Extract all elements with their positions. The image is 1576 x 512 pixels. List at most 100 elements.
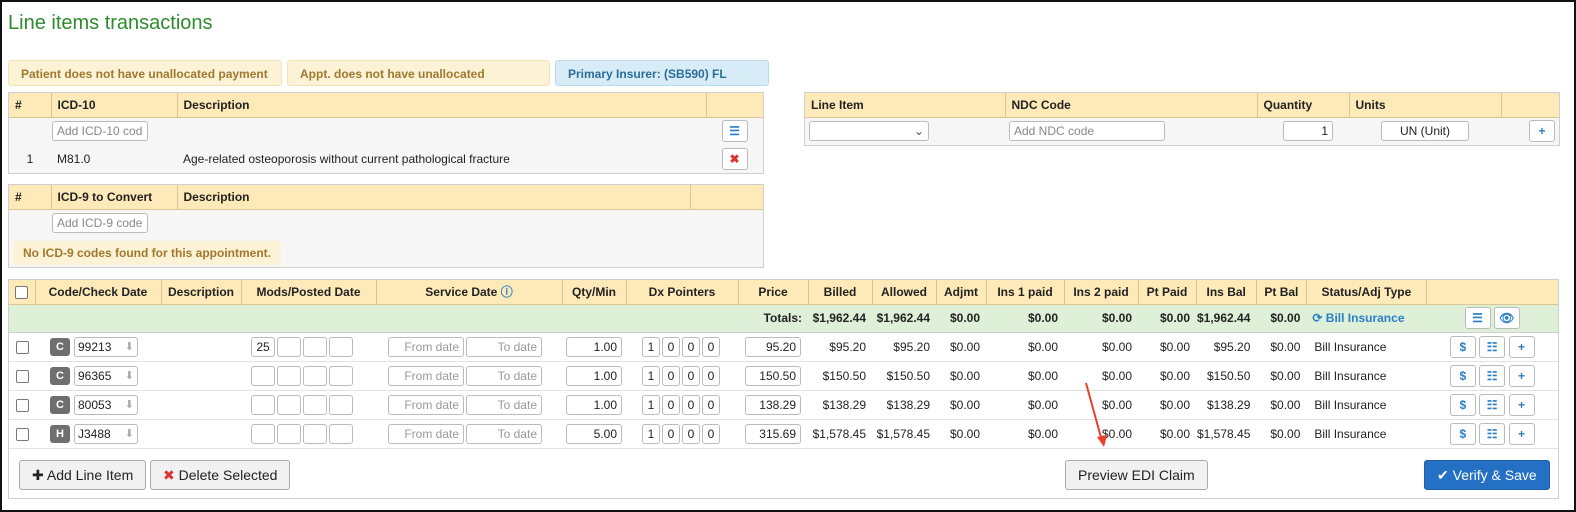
add-row-button[interactable]: + <box>1508 335 1535 358</box>
code-type-badge: H <box>50 424 70 443</box>
row-checkbox[interactable] <box>15 398 29 412</box>
ndc-code-input[interactable] <box>1009 121 1165 142</box>
to-date-input[interactable]: To date <box>466 336 542 357</box>
status-cell: Bill Insurance <box>1306 390 1427 420</box>
to-date-input[interactable]: To date <box>466 365 542 386</box>
total-status-link[interactable]: Bill Insurance <box>1326 311 1405 325</box>
preview-eye-button[interactable]: 👁 <box>1493 307 1520 329</box>
payment-button[interactable]: $ <box>1449 364 1476 387</box>
row-checkbox[interactable] <box>15 340 29 354</box>
modifier-1[interactable] <box>251 423 275 444</box>
modifier-4[interactable] <box>329 336 353 357</box>
modifier-3[interactable] <box>303 423 327 444</box>
details-list-button[interactable]: ☷ <box>1479 364 1506 387</box>
status-cell: Bill Insurance <box>1306 361 1427 391</box>
price-input[interactable]: 95.20 <box>745 336 801 357</box>
icd9-search-input[interactable] <box>52 213 148 234</box>
modifier-4[interactable] <box>329 365 353 386</box>
to-date-input[interactable]: To date <box>466 423 542 444</box>
from-date-input[interactable]: From date <box>388 336 464 357</box>
qty-input[interactable]: 1.00 <box>566 394 622 415</box>
add-row-button[interactable]: + <box>1508 393 1535 416</box>
arrow-down-icon: ⬇ <box>124 428 134 440</box>
modifier-1[interactable]: 25 <box>251 336 275 357</box>
from-date-input[interactable]: From date <box>388 394 464 415</box>
line-item-select[interactable]: ⌄ <box>809 121 929 142</box>
modifier-1[interactable] <box>251 365 275 386</box>
col-qty: Qty/Min <box>562 280 627 305</box>
dx-pointer-3[interactable]: 0 <box>682 336 700 357</box>
dx-pointer-3[interactable]: 0 <box>682 423 700 444</box>
add-row-button[interactable]: + <box>1508 364 1535 387</box>
units-select[interactable]: UN (Unit) <box>1381 121 1469 142</box>
modifier-2[interactable] <box>277 394 301 415</box>
ndc-quantity-input[interactable]: 1 <box>1283 121 1333 142</box>
icd10-search-input[interactable] <box>52 121 148 142</box>
verify-save-button[interactable]: ✔ Verify & Save <box>1424 460 1550 490</box>
modifier-2[interactable] <box>277 336 301 357</box>
dx-pointer-4[interactable]: 0 <box>702 423 720 444</box>
col-billed: Billed <box>808 280 873 305</box>
col-code: Code/Check Date <box>35 280 162 305</box>
add-ndc-button[interactable]: + <box>1529 120 1555 143</box>
qty-input[interactable]: 5.00 <box>566 423 622 444</box>
preview-edi-claim-button[interactable]: Preview EDI Claim <box>1065 460 1208 490</box>
delete-selected-button[interactable]: ✖ Delete Selected <box>150 460 291 490</box>
price-input[interactable]: 150.50 <box>745 365 801 386</box>
price-input[interactable]: 138.29 <box>745 394 801 415</box>
dx-pointer-4[interactable]: 0 <box>702 336 720 357</box>
icd10-remove-button[interactable]: ✖ <box>721 148 748 170</box>
dx-pointer-1[interactable]: 1 <box>642 336 660 357</box>
modifier-3[interactable] <box>303 336 327 357</box>
dx-pointer-4[interactable]: 0 <box>702 394 720 415</box>
details-list-button[interactable]: ☷ <box>1479 335 1506 358</box>
details-list-button[interactable]: ☷ <box>1479 422 1506 445</box>
dx-pointer-4[interactable]: 0 <box>702 365 720 386</box>
col-ins2: Ins 2 paid <box>1064 280 1139 305</box>
dx-pointer-1[interactable]: 1 <box>642 423 660 444</box>
dx-pointer-1[interactable]: 1 <box>642 365 660 386</box>
row-checkbox[interactable] <box>15 369 29 383</box>
add-row-button[interactable]: + <box>1508 422 1535 445</box>
price-input[interactable]: 315.69 <box>745 423 801 444</box>
from-date-input[interactable]: From date <box>388 365 464 386</box>
dx-pointer-2[interactable]: 0 <box>662 423 680 444</box>
payment-button[interactable]: $ <box>1449 393 1476 416</box>
dx-pointer-3[interactable]: 0 <box>682 365 700 386</box>
row-checkbox[interactable] <box>15 427 29 441</box>
modifier-3[interactable] <box>303 365 327 386</box>
payment-button[interactable]: $ <box>1449 335 1476 358</box>
modifier-4[interactable] <box>329 394 353 415</box>
payment-button[interactable]: $ <box>1449 422 1476 445</box>
totals-list-button[interactable]: ☰ <box>1464 307 1491 329</box>
code-input[interactable]: J3488 ⬇ <box>74 423 138 444</box>
modifier-4[interactable] <box>329 423 353 444</box>
select-all-checkbox[interactable] <box>15 285 29 299</box>
ins-bal-cell: $138.29 <box>1196 390 1257 420</box>
dx-pointer-2[interactable]: 0 <box>662 336 680 357</box>
modifier-2[interactable] <box>277 423 301 444</box>
qty-input[interactable]: 1.00 <box>566 336 622 357</box>
add-line-item-button[interactable]: ✚ Add Line Item <box>19 460 147 490</box>
modifier-1[interactable] <box>251 394 275 415</box>
modifier-2[interactable] <box>277 365 301 386</box>
code-input[interactable]: 99213 ⬇ <box>74 336 138 357</box>
code-value: 80053 <box>78 397 112 412</box>
col-mods: Mods/Posted Date <box>241 280 377 305</box>
modifier-3[interactable] <box>303 394 327 415</box>
from-date-input[interactable]: From date <box>388 423 464 444</box>
icd10-list-button[interactable]: ☰ <box>721 120 748 143</box>
billed-cell: $150.50 <box>808 361 872 391</box>
icd10-col-desc: Description <box>177 93 707 118</box>
code-input[interactable]: 96365 ⬇ <box>74 365 138 386</box>
to-date-input[interactable]: To date <box>466 394 542 415</box>
qty-input[interactable]: 1.00 <box>566 365 622 386</box>
dx-pointer-2[interactable]: 0 <box>662 394 680 415</box>
details-list-button[interactable]: ☷ <box>1479 393 1506 416</box>
dx-pointer-1[interactable]: 1 <box>642 394 660 415</box>
col-price: Price <box>738 280 809 305</box>
dx-pointer-3[interactable]: 0 <box>682 394 700 415</box>
total-pt-paid: $0.00 <box>1138 304 1196 333</box>
dx-pointer-2[interactable]: 0 <box>662 365 680 386</box>
code-input[interactable]: 80053 ⬇ <box>74 394 138 415</box>
